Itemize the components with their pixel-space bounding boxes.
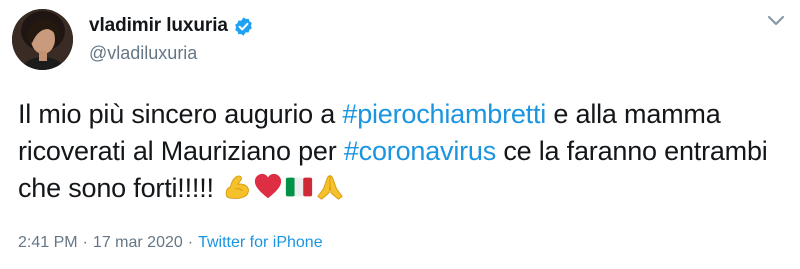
avatar-image [12,9,73,70]
chevron-down-icon[interactable] [766,14,786,28]
meta-separator: · [82,234,88,251]
meta-separator: · [187,234,194,251]
tweet-date[interactable]: 17 mar 2020 [93,234,183,252]
italy-flag-icon [284,172,314,202]
flexed-biceps-icon [222,172,252,202]
tweet-meta: 2:41 PM · 17 mar 2020 · Twitter for iPho… [18,234,323,252]
tweet-text: Il mio più sincero augurio a #pierochiam… [18,96,788,207]
display-name[interactable]: vladimir luxuria [89,15,228,37]
red-heart-icon [253,172,283,202]
tweet-header: vladimir luxuria @vladiluxuria [89,13,254,64]
folded-hands-icon [315,172,345,202]
verified-badge-icon [233,16,254,37]
user-handle[interactable]: @vladiluxuria [89,43,254,64]
avatar[interactable] [12,9,73,70]
hashtag-link[interactable]: #coronavirus [344,136,496,166]
tweet-source-link[interactable]: Twitter for iPhone [198,234,323,252]
tweet-text-segment: Il mio più sincero augurio a [18,99,343,129]
hashtag-link[interactable]: #pierochiambretti [342,99,546,129]
tweet-card: vladimir luxuria @vladiluxuria Il mio pi… [0,0,800,269]
tweet-time[interactable]: 2:41 PM [18,234,78,252]
